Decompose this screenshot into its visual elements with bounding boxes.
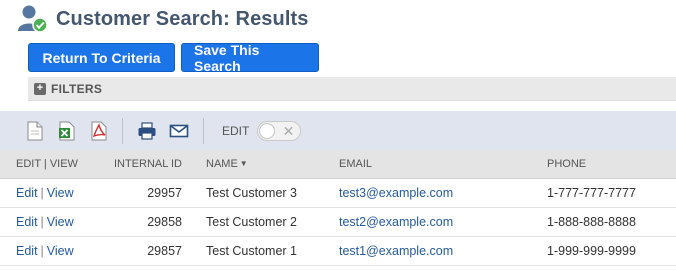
link-separator: | bbox=[40, 214, 44, 229]
edit-link[interactable]: Edit bbox=[16, 186, 38, 200]
print-icon[interactable] bbox=[137, 121, 156, 141]
name-cell: Test Customer 1 bbox=[194, 236, 339, 266]
edit-link[interactable]: Edit bbox=[16, 244, 38, 258]
table-row: Edit | View 29957 Test Customer 3 test3@ex… bbox=[0, 178, 676, 208]
view-link[interactable]: View bbox=[47, 244, 74, 258]
phone-cell: 1-777-777-7777 bbox=[547, 178, 676, 208]
name-cell: Test Customer 2 bbox=[194, 207, 339, 237]
toggle-knob bbox=[259, 122, 276, 139]
edit-mode-label: EDIT bbox=[222, 123, 250, 138]
customer-icon bbox=[16, 3, 50, 35]
column-header-name[interactable]: NAME ▼ bbox=[194, 150, 339, 179]
export-excel-icon[interactable] bbox=[58, 121, 76, 141]
edit-view-cell: Edit | View bbox=[0, 236, 100, 266]
column-header-phone[interactable]: PHONE bbox=[547, 150, 676, 179]
edit-view-cell: Edit | View bbox=[0, 178, 100, 208]
save-this-search-button[interactable]: Save This Search bbox=[181, 42, 319, 74]
filters-label[interactable]: FILTERS bbox=[51, 82, 102, 96]
view-link[interactable]: View bbox=[47, 186, 74, 200]
toggle-off-icon: ✕ bbox=[282, 122, 295, 139]
toolbar-divider bbox=[203, 117, 204, 144]
page-title: Customer Search: Results bbox=[56, 7, 309, 30]
table-row: Edit | View 29858 Test Customer 2 test2@ex… bbox=[0, 207, 676, 237]
edit-view-cell: Edit | View bbox=[0, 207, 100, 237]
phone-cell: 1-999-999-9999 bbox=[547, 236, 676, 266]
toolbar-divider bbox=[122, 117, 123, 144]
internal-id-header-label: INTERNAL ID bbox=[113, 157, 182, 170]
column-header-internal-id[interactable]: INTERNAL ID bbox=[100, 150, 194, 179]
phone-header-label: PHONE bbox=[547, 157, 587, 170]
email-header-label: EMAIL bbox=[339, 157, 373, 170]
table-header-row: EDIT | VIEW INTERNAL ID NAME ▼ EMAIL PHON… bbox=[0, 150, 676, 179]
view-link[interactable]: View bbox=[47, 215, 74, 229]
email-link[interactable]: test3@example.com bbox=[339, 186, 453, 200]
action-buttons: Return To Criteria Save This Search bbox=[28, 42, 319, 74]
results-toolbar: EDIT ✕ bbox=[0, 111, 676, 150]
link-separator: | bbox=[40, 243, 44, 258]
email-cell: test2@example.com bbox=[339, 207, 547, 237]
edit-link[interactable]: Edit bbox=[16, 215, 38, 229]
email-cell: test3@example.com bbox=[339, 178, 547, 208]
new-document-icon[interactable] bbox=[26, 121, 44, 141]
return-to-criteria-button[interactable]: Return To Criteria bbox=[28, 43, 175, 72]
name-header-label: NAME bbox=[206, 157, 238, 170]
email-link[interactable]: test1@example.com bbox=[339, 244, 453, 258]
sort-descending-icon: ▼ bbox=[239, 158, 248, 168]
phone-cell: 1-888-888-8888 bbox=[547, 207, 676, 237]
page-header: Customer Search: Results bbox=[16, 3, 308, 35]
edit-mode-toggle[interactable]: ✕ bbox=[257, 120, 302, 141]
name-cell: Test Customer 3 bbox=[194, 178, 339, 208]
email-link[interactable]: test2@example.com bbox=[339, 215, 453, 229]
filters-bar[interactable]: + FILTERS bbox=[28, 77, 676, 101]
table-row: Edit | View 29857 Test Customer 1 test1@ex… bbox=[0, 236, 676, 266]
internal-id-cell: 29957 bbox=[100, 178, 194, 208]
export-pdf-icon[interactable] bbox=[90, 121, 108, 141]
internal-id-cell: 29858 bbox=[100, 207, 194, 237]
column-header-email[interactable]: EMAIL bbox=[339, 150, 547, 179]
email-cell: test1@example.com bbox=[339, 236, 547, 266]
link-separator: | bbox=[40, 185, 44, 200]
email-icon[interactable] bbox=[169, 121, 189, 141]
column-header-edit-view: EDIT | VIEW bbox=[0, 150, 100, 179]
expand-plus-icon[interactable]: + bbox=[34, 82, 46, 95]
internal-id-cell: 29857 bbox=[100, 236, 194, 266]
results-table: EDIT | VIEW INTERNAL ID NAME ▼ EMAIL PHON… bbox=[0, 150, 676, 266]
